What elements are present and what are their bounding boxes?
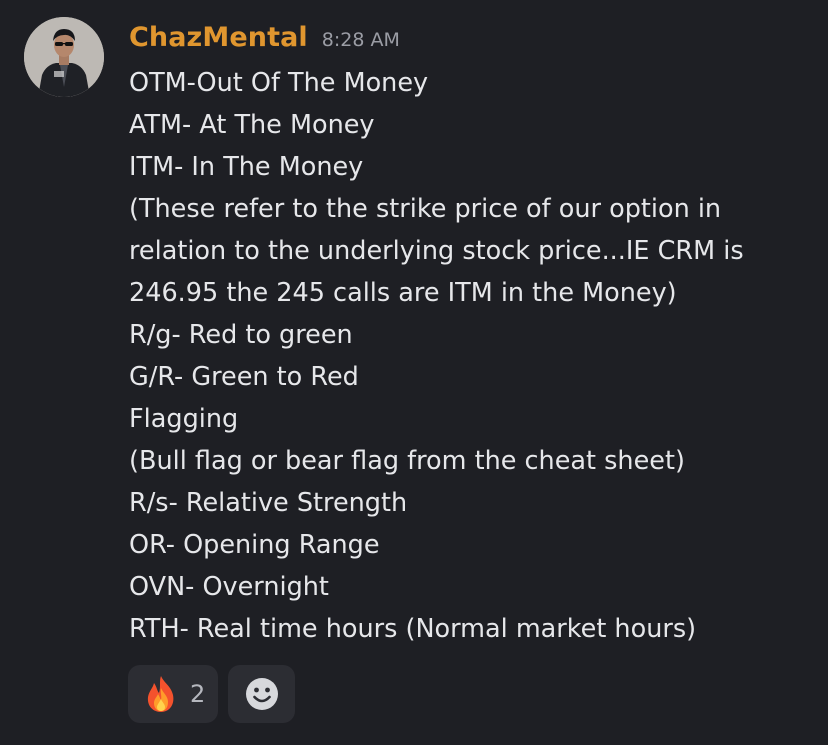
reaction-count: 2 — [190, 680, 206, 708]
message-line: ITM- In The Money — [129, 152, 364, 182]
author-name[interactable]: ChazMental — [129, 22, 308, 53]
fire-icon — [147, 676, 174, 712]
message-timestamp[interactable]: 8:28 AM — [322, 29, 400, 51]
message-line: R/s- Relative Strength — [129, 488, 408, 518]
message-line: OVN- Overnight — [129, 572, 329, 602]
chat-message: ChazMental 8:28 AM OTM-Out Of The Money … — [0, 0, 828, 745]
message-line: ATM- At The Money — [129, 110, 375, 140]
message-line: OR- Opening Range — [129, 530, 380, 560]
avatar-image — [24, 17, 104, 97]
add-reaction-icon — [245, 678, 278, 710]
message-line: 246.95 the 245 calls are ITM in the Mone… — [129, 278, 677, 308]
message-line: (Bull flag or bear flag from the cheat s… — [129, 446, 685, 476]
message-line: OTM-Out Of The Money — [129, 68, 429, 98]
add-reaction-button[interactable] — [228, 665, 295, 723]
reaction-fire-button[interactable]: 2 — [128, 665, 218, 723]
message-line: G/R- Green to Red — [129, 362, 359, 392]
message-line: RTH- Real time hours (Normal market hour… — [129, 614, 697, 644]
message-line: Flagging — [129, 404, 239, 434]
message-line: R/g- Red to green — [129, 320, 353, 350]
message-line: (These refer to the strike price of our … — [129, 194, 722, 224]
message-header: ChazMental 8:28 AM — [129, 22, 400, 60]
message-content: OTM-Out Of The Money ATM- At The Money I… — [129, 62, 819, 650]
message-line: relation to the underlying stock price..… — [129, 236, 744, 266]
avatar[interactable] — [24, 17, 104, 97]
reactions-bar: 2 — [128, 665, 295, 723]
